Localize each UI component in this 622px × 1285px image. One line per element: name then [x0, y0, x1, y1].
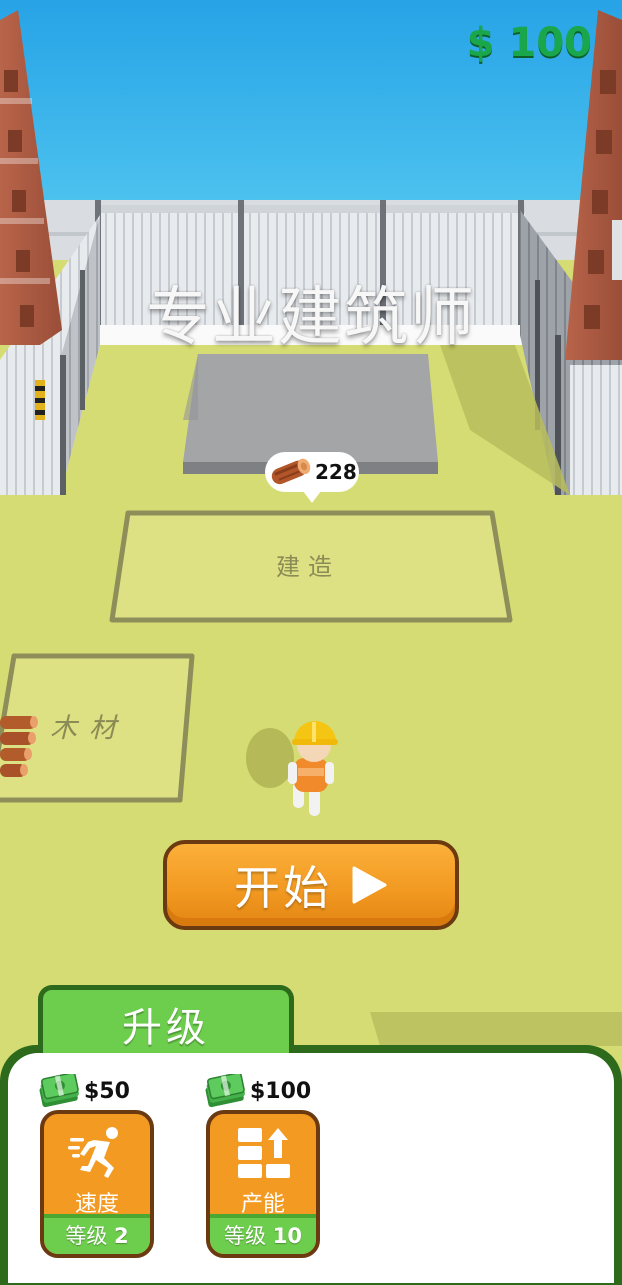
stack-boxes-up-icon: [238, 1128, 290, 1178]
foundation-slab: [183, 354, 438, 462]
upgrade-price-row: $100: [204, 1074, 311, 1108]
cash-icon: [39, 1074, 79, 1108]
wood-log-icon: [271, 458, 311, 485]
start-button[interactable]: 开始: [163, 840, 459, 930]
cash-icon: [205, 1074, 245, 1108]
money-counter: $ 100: [466, 20, 592, 66]
upgrade-card-capacity: $100 产能 等级 10: [204, 1074, 324, 1258]
level-value: 2: [114, 1224, 129, 1248]
level-value: 10: [272, 1224, 302, 1248]
speed-upgrade-level: 等级 2: [44, 1214, 150, 1254]
capacity-upgrade-level: 等级 10: [210, 1214, 316, 1254]
upgrade-price-row: $50: [38, 1074, 130, 1108]
upgrade-price: $50: [84, 1078, 130, 1104]
wood-requirement-bubble: 228: [265, 452, 359, 503]
play-icon: [352, 866, 387, 904]
wood-zone-label: 木材: [50, 713, 128, 744]
capacity-upgrade-button[interactable]: 产能 等级 10: [206, 1110, 320, 1258]
upgrade-tab[interactable]: 升级: [38, 985, 294, 1057]
level-prefix: 等级: [224, 1224, 267, 1248]
game-title: 专业建筑师: [146, 281, 476, 355]
wood-required-count: 228: [315, 460, 357, 484]
speed-upgrade-button[interactable]: 速度 等级 2: [40, 1110, 154, 1258]
upgrade-tab-label: 升级: [122, 1004, 210, 1051]
upgrade-card-speed: $50 速度 等级 2: [38, 1074, 158, 1258]
upgrade-price: $100: [250, 1078, 312, 1104]
start-button-label: 开始: [234, 861, 332, 915]
running-man-icon: [68, 1127, 118, 1178]
level-prefix: 等级: [65, 1224, 108, 1248]
build-zone-label: 建造: [276, 553, 340, 581]
